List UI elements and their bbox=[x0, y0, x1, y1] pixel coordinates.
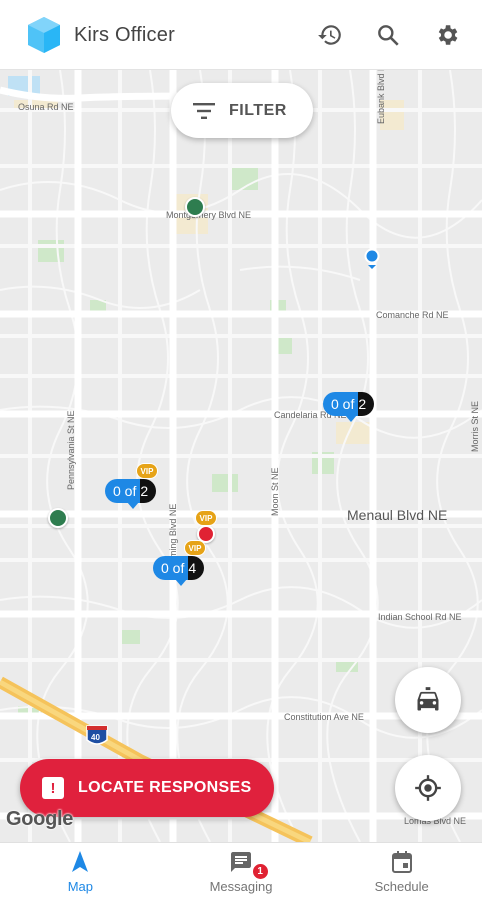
vehicle-button[interactable] bbox=[395, 667, 461, 733]
street-label-montgomery: Montgomery Blvd NE bbox=[166, 210, 252, 220]
cluster-count: 0 of bbox=[323, 392, 359, 422]
i40-label: 40 bbox=[91, 733, 100, 742]
street-label-pennsylvania: Pennsylvania St NE bbox=[66, 410, 76, 490]
app-title: Kirs Officer bbox=[74, 24, 175, 46]
filter-button[interactable]: FILTER bbox=[171, 83, 313, 138]
nav-label-map: Map bbox=[67, 879, 93, 894]
vip-badge[interactable]: VIP bbox=[195, 510, 217, 526]
street-label-eubank: Eubank Blvd NE bbox=[376, 70, 386, 124]
cluster-count: 0 of bbox=[153, 556, 189, 586]
street-label-constitution: Constitution Ave NE bbox=[284, 712, 364, 722]
map-view[interactable]: Osuna Rd NE Eubank Blvd NE Montgomery Bl… bbox=[0, 70, 482, 842]
my-location-button[interactable] bbox=[395, 755, 461, 821]
response-cluster[interactable]: 0 of 2 bbox=[323, 392, 375, 422]
hexagon-shield-icon bbox=[28, 17, 60, 53]
street-label-comanche: Comanche Rd NE bbox=[376, 310, 449, 320]
response-cluster[interactable]: 0 of 4 bbox=[153, 556, 205, 586]
response-cluster[interactable]: 0 of 2 bbox=[105, 479, 157, 509]
alert-icon: ! bbox=[42, 777, 64, 799]
street-label-menaul: Menaul Blvd NE bbox=[347, 507, 448, 523]
google-attribution: Google bbox=[6, 808, 74, 830]
gear-icon bbox=[438, 25, 458, 45]
nav-label-schedule: Schedule bbox=[374, 879, 429, 894]
message-icon bbox=[231, 852, 251, 872]
search-icon bbox=[378, 25, 399, 46]
app-header: Kirs Officer bbox=[0, 0, 482, 70]
nav-item-schedule[interactable]: Schedule bbox=[321, 843, 482, 900]
search-button[interactable] bbox=[371, 18, 405, 52]
street-label-moon: Moon St NE bbox=[270, 467, 280, 516]
settings-button[interactable] bbox=[430, 18, 464, 52]
locate-responses-label: LOCATE RESPONSES bbox=[78, 779, 252, 796]
street-label-indian-school: Indian School Rd NE bbox=[378, 612, 462, 622]
car-icon bbox=[417, 687, 439, 711]
unread-badge: 1 bbox=[251, 863, 269, 880]
history-button[interactable] bbox=[313, 18, 347, 52]
vip-badge[interactable]: VIP bbox=[184, 540, 206, 556]
filter-list-icon bbox=[193, 102, 215, 119]
nav-item-messaging[interactable]: 1 Messaging bbox=[161, 843, 322, 900]
filter-label: FILTER bbox=[229, 101, 287, 119]
incident-marker-green[interactable] bbox=[48, 508, 68, 528]
calendar-icon bbox=[391, 851, 412, 873]
nav-item-map[interactable]: Map bbox=[0, 843, 161, 900]
history-icon bbox=[318, 25, 341, 45]
street-label-osuna: Osuna Rd NE bbox=[18, 102, 74, 112]
bottom-navigation: Map 1 Messaging Schedule bbox=[0, 842, 482, 900]
vip-badge[interactable]: VIP bbox=[136, 463, 158, 479]
incident-marker-green[interactable] bbox=[185, 197, 205, 217]
navigation-arrow-icon bbox=[72, 851, 89, 872]
current-location-pin bbox=[364, 248, 380, 269]
street-label-morris: Morris St NE bbox=[470, 400, 480, 452]
cluster-count: 0 of bbox=[105, 479, 141, 509]
crosshair-icon bbox=[415, 775, 441, 801]
nav-label-messaging: Messaging bbox=[209, 879, 273, 894]
